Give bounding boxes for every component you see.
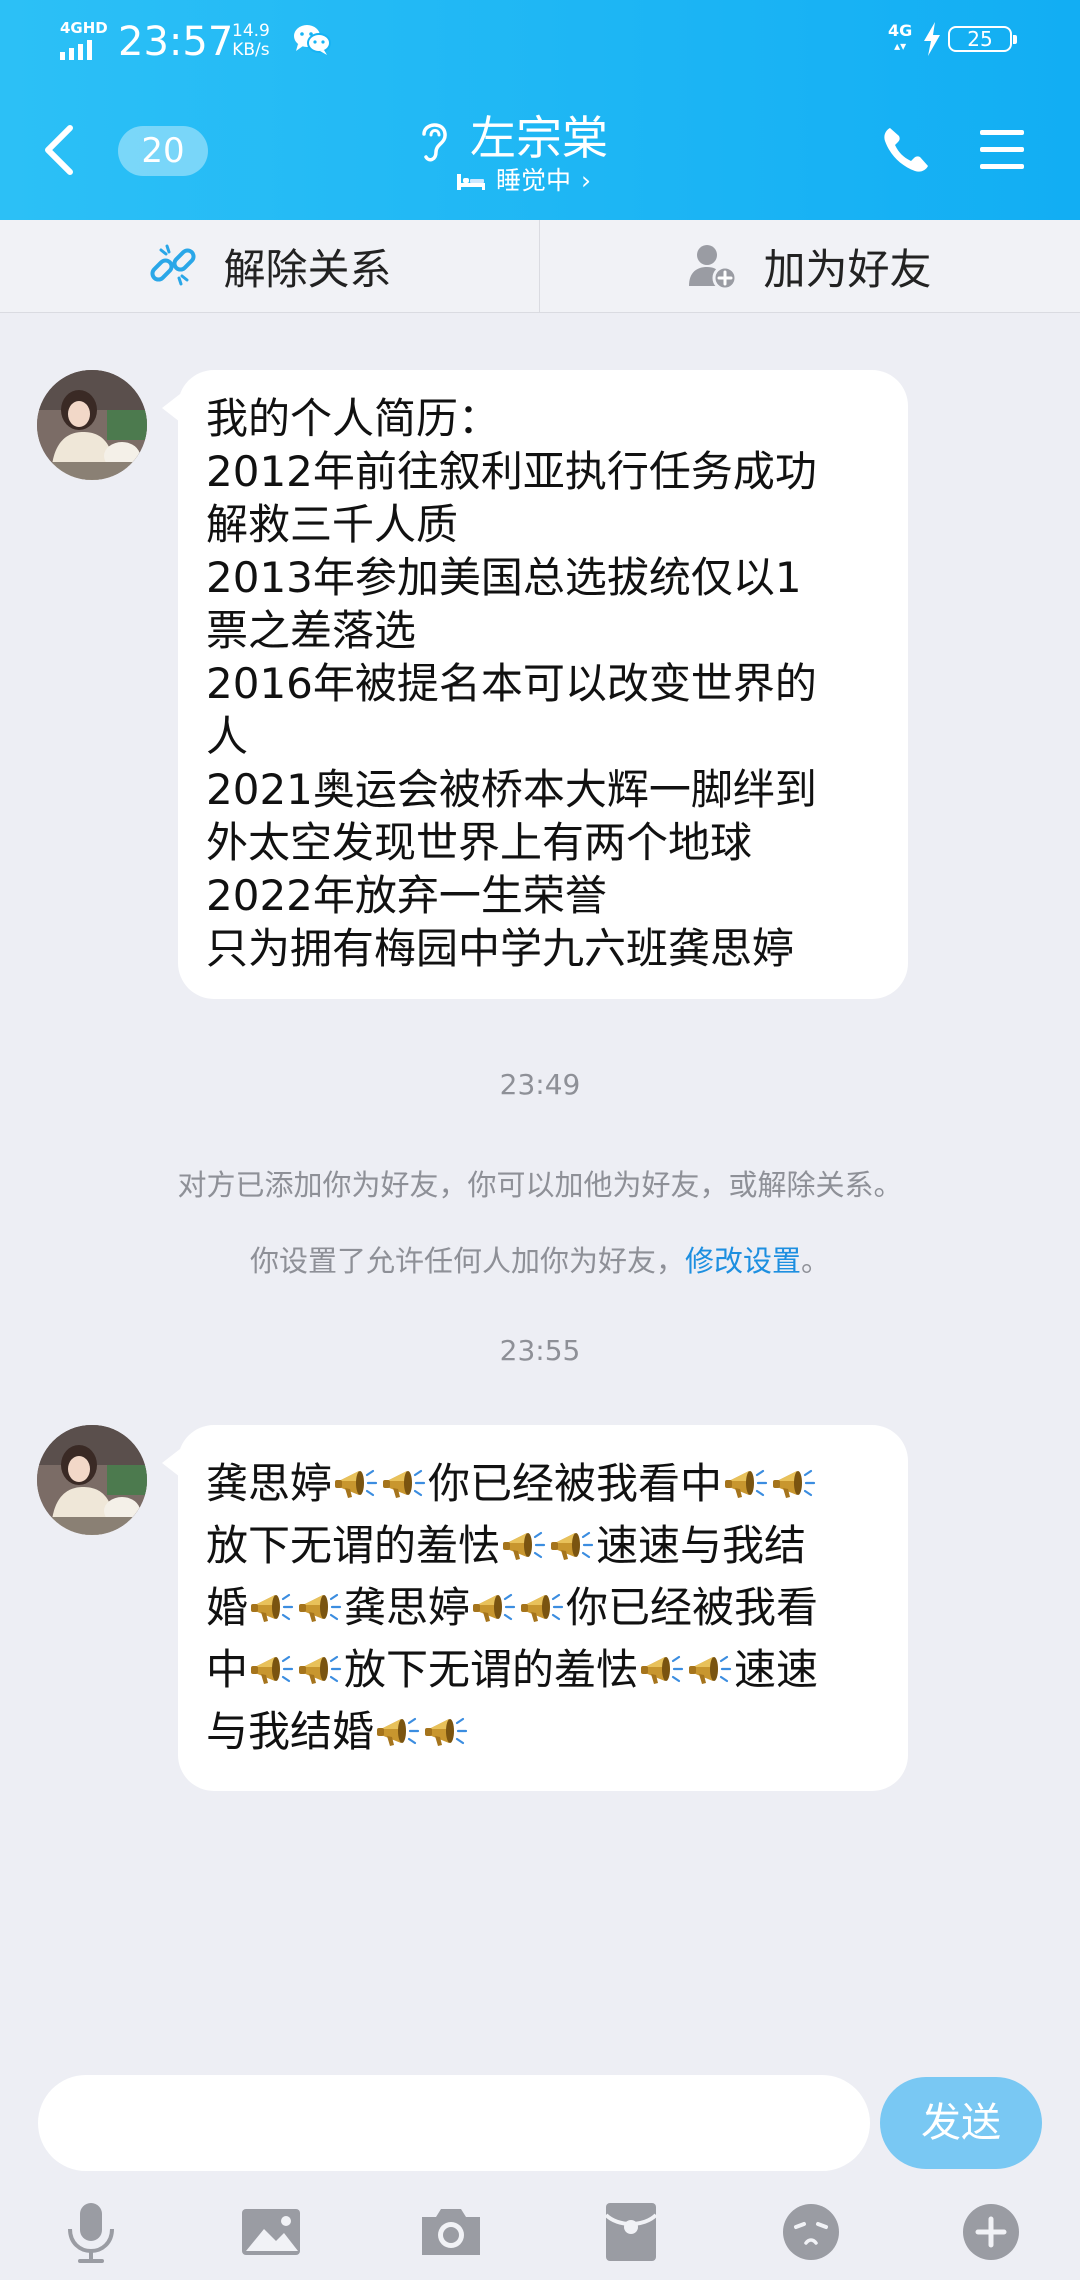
clock: 23:57 xyxy=(118,19,234,65)
phone-icon[interactable] xyxy=(880,124,932,176)
message-line: 2013年参加美国总选拔统仅以1 xyxy=(206,553,802,602)
microphone-icon[interactable] xyxy=(56,2197,126,2267)
system-notice-text: 你设置了允许任何人加你为好友， xyxy=(249,1244,685,1278)
message-input[interactable] xyxy=(38,2075,870,2171)
network-type-right-label: 4G xyxy=(888,21,913,40)
contact-status[interactable]: 睡觉中 › xyxy=(456,164,591,198)
megaphone-emoji xyxy=(723,1461,769,1507)
bed-icon xyxy=(457,174,485,190)
message-text: 你已经被我看中 xyxy=(428,1459,723,1508)
relationship-action-bar: 解除关系 加为好友 xyxy=(0,220,1080,313)
megaphone-emoji xyxy=(249,1647,295,1693)
message-text: 与我结婚 xyxy=(206,1707,375,1756)
red-packet-icon[interactable] xyxy=(596,2197,666,2267)
network-type-right: 4G ▴▾ xyxy=(888,21,913,53)
message-line: 婚 龚思婷 你已经被我看 xyxy=(206,1577,880,1639)
signal-indicator: 4GHD xyxy=(60,20,108,60)
broken-link-icon xyxy=(150,244,197,286)
message-bubble-proposal[interactable]: 龚思婷 你已经被我看中 放下无谓的羞怯 速速与我结 婚 龚思婷 你已经被我看 中… xyxy=(162,1425,908,1791)
message-line: 外太空发现世界上有两个地球 xyxy=(206,818,753,867)
timestamp: 23:55 xyxy=(499,1334,581,1367)
message-line: 2016年被提名本可以改变世界的 xyxy=(206,659,817,708)
megaphone-emoji xyxy=(549,1523,595,1569)
charging-icon xyxy=(924,22,940,56)
modify-settings-link[interactable]: 修改设置 xyxy=(685,1244,801,1278)
menu-icon[interactable] xyxy=(978,128,1026,172)
message-text: 婚 xyxy=(206,1583,249,1632)
ear-icon[interactable] xyxy=(416,116,452,166)
emoji-icon[interactable] xyxy=(776,2197,846,2267)
unlink-label: 解除关系 xyxy=(223,244,392,294)
system-notice-settings: 你设置了允许任何人加你为好友，修改设置。 xyxy=(0,1238,1080,1280)
message-line: 中 放下无谓的羞怯 速速 xyxy=(206,1639,880,1701)
message-line: 解救三千人质 xyxy=(206,500,459,549)
contact-status-text: 睡觉中 xyxy=(496,166,572,195)
input-toolbar xyxy=(0,2185,1080,2280)
battery-icon: 25 xyxy=(948,26,1017,52)
avatar-photo xyxy=(37,370,147,480)
wechat-icon xyxy=(294,25,331,55)
megaphone-emoji xyxy=(297,1647,343,1693)
message-line: 2021奥运会被桥本大辉一脚绊到 xyxy=(206,765,817,814)
message-text: 你已经被我看 xyxy=(566,1583,819,1632)
message-text: 放下无谓的羞怯 xyxy=(344,1645,639,1694)
megaphone-emoji xyxy=(381,1461,427,1507)
megaphone-emoji xyxy=(297,1585,343,1631)
speed-unit: KB/s xyxy=(232,40,270,60)
image-icon[interactable] xyxy=(236,2197,306,2267)
message-line: 我的个人简历： xyxy=(206,394,501,443)
megaphone-emoji xyxy=(519,1585,565,1631)
battery-level: 25 xyxy=(967,27,993,51)
megaphone-emoji xyxy=(501,1523,547,1569)
status-bar: 4GHD 23:57 14.9 KB/s 4G ▴▾ 25 xyxy=(0,0,1080,80)
message-line: 人 xyxy=(206,712,249,761)
camera-icon[interactable] xyxy=(416,2197,486,2267)
system-notice-friend-added: 对方已添加你为好友，你可以加他为好友，或解除关系。 xyxy=(177,1168,903,1202)
data-arrows-icon: ▴▾ xyxy=(894,39,907,53)
message-line: 票之差落选 xyxy=(206,606,417,655)
avatar-photo xyxy=(37,1425,147,1535)
add-friend-button[interactable]: 加为好友 xyxy=(540,220,1079,312)
speed-value: 14.9 xyxy=(232,21,270,41)
message-text: 龚思婷 xyxy=(206,1459,333,1508)
message-text: 速速 xyxy=(734,1645,819,1694)
contact-avatar[interactable] xyxy=(37,1425,147,1535)
header-bar: 4GHD 23:57 14.9 KB/s 4G ▴▾ 25 20 左宗棠 睡觉中… xyxy=(0,0,1080,220)
contact-name[interactable]: 左宗棠 xyxy=(470,108,608,168)
message-bubble-resume[interactable]: 我的个人简历： 2012年前往叙利亚执行任务成功 解救三千人质 2013年参加美… xyxy=(162,370,908,999)
add-friend-label: 加为好友 xyxy=(763,244,932,294)
plus-icon[interactable] xyxy=(956,2197,1026,2267)
send-button[interactable]: 发送 xyxy=(880,2077,1042,2169)
megaphone-emoji xyxy=(249,1585,295,1631)
add-friend-icon xyxy=(689,245,738,291)
message-line: 龚思婷 你已经被我看中 xyxy=(206,1453,880,1515)
message-text: 放下无谓的羞怯 xyxy=(206,1521,501,1570)
contact-avatar[interactable] xyxy=(37,370,147,480)
megaphone-emoji xyxy=(639,1647,685,1693)
signal-bars-icon xyxy=(60,40,108,60)
timestamp: 23:49 xyxy=(499,1068,581,1101)
megaphone-emoji xyxy=(375,1709,421,1755)
message-text: 速速与我结 xyxy=(596,1521,807,1570)
megaphone-emoji xyxy=(687,1647,733,1693)
chevron-right-icon: › xyxy=(581,166,592,195)
message-line: 2012年前往叙利亚执行任务成功 xyxy=(206,447,817,496)
unread-count-badge[interactable]: 20 xyxy=(118,126,208,176)
message-text: 龚思婷 xyxy=(344,1583,471,1632)
megaphone-emoji xyxy=(471,1585,517,1631)
network-type: 4GHD xyxy=(60,19,108,37)
network-speed: 14.9 KB/s xyxy=(232,22,270,60)
message-line: 2022年放弃一生荣誉 xyxy=(206,871,607,920)
message-text: 中 xyxy=(206,1645,249,1694)
message-line: 放下无谓的羞怯 速速与我结 xyxy=(206,1515,880,1577)
message-line: 只为拥有梅园中学九六班龚思婷 xyxy=(206,924,795,973)
megaphone-emoji xyxy=(333,1461,379,1507)
back-icon[interactable] xyxy=(40,120,80,180)
unlink-button[interactable]: 解除关系 xyxy=(0,220,539,312)
megaphone-emoji xyxy=(771,1461,817,1507)
message-line: 与我结婚 xyxy=(206,1701,880,1763)
megaphone-emoji xyxy=(423,1709,469,1755)
system-notice-end: 。 xyxy=(801,1244,831,1278)
